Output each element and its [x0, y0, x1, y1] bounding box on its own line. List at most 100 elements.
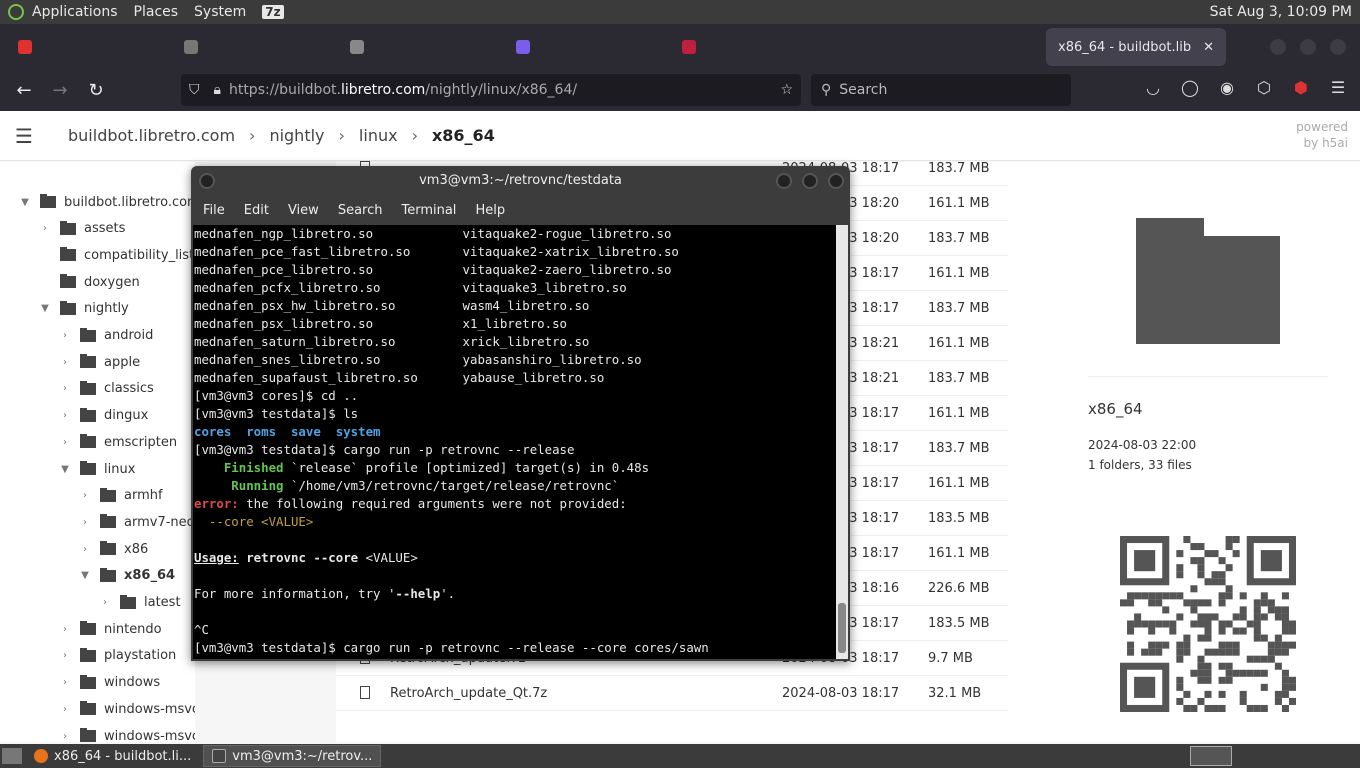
- tree-item-doxygen[interactable]: doxygen: [38, 271, 140, 293]
- distro-logo-icon[interactable]: [8, 4, 24, 20]
- tree-item-assets[interactable]: › assets: [38, 218, 125, 240]
- chevron-right-icon[interactable]: ›: [38, 223, 52, 234]
- crumb-nightly[interactable]: nightly: [269, 126, 324, 145]
- chevron-right-icon[interactable]: ›: [58, 437, 72, 448]
- crumb-root[interactable]: buildbot.libretro.com: [68, 126, 235, 145]
- terminal-menu-file[interactable]: File: [203, 203, 225, 218]
- sidebar-toggle-icon[interactable]: ☰: [0, 124, 48, 148]
- ublock-icon[interactable]: ⬢: [1289, 78, 1313, 102]
- chevron-right-icon[interactable]: ›: [58, 731, 72, 742]
- back-icon[interactable]: ←: [6, 80, 42, 101]
- sync-icon[interactable]: ◯: [1178, 78, 1202, 102]
- window-menu-icon[interactable]: [199, 173, 215, 189]
- tree-item-latest[interactable]: › latest: [98, 592, 181, 614]
- show-desktop-icon[interactable]: [2, 748, 22, 764]
- file-row[interactable]: RetroArch_update_Qt.7z 2024-08-03 18:17 32…: [336, 676, 1008, 711]
- tree-item-armv7-neon[interactable]: › armv7-neon: [78, 511, 195, 533]
- chevron-right-icon[interactable]: ›: [58, 357, 72, 368]
- chevron-right-icon[interactable]: ›: [58, 330, 72, 341]
- extensions-icon[interactable]: ⬡: [1252, 78, 1276, 102]
- tree-item-android[interactable]: › android: [58, 325, 153, 347]
- shield-icon[interactable]: ⛉: [189, 82, 200, 98]
- tree-item-buildbot.libretro.com[interactable]: ▼ buildbot.libretro.com: [18, 191, 195, 213]
- terminal-scrollbar[interactable]: [836, 225, 848, 659]
- terminal-menu-help[interactable]: Help: [475, 203, 505, 218]
- account-icon[interactable]: ◉: [1215, 78, 1239, 102]
- chevron-right-icon[interactable]: ›: [58, 704, 72, 715]
- forward-icon[interactable]: →: [42, 80, 78, 101]
- tree-item-windows-msvc2003[interactable]: › windows-msvc2003: [58, 698, 195, 720]
- task-terminal[interactable]: vm3@vm3:~/retrov...: [203, 745, 382, 767]
- search-input[interactable]: ⚲ Search: [811, 74, 1071, 106]
- terminal-menu-terminal[interactable]: Terminal: [401, 203, 456, 218]
- terminal-window[interactable]: vm3@vm3:~/retrovnc/testdata File Edit View…: [191, 166, 850, 661]
- close-icon[interactable]: ✕: [1203, 40, 1214, 55]
- url-bar[interactable]: ⛉ 🔒︎ https://buildbot.libretro.com/night…: [181, 74, 801, 106]
- chevron-right-icon[interactable]: ›: [58, 677, 72, 688]
- chevron-right-icon[interactable]: ›: [58, 410, 72, 421]
- terminal-line: mednafen_ngp_libretro.so vitaquake2-rogu…: [194, 226, 672, 241]
- tab-active[interactable]: x86_64 - buildbot.lib ✕: [1046, 28, 1226, 66]
- tree-item-emscripten[interactable]: › emscripten: [58, 431, 177, 453]
- lock-icon[interactable]: 🔒︎: [214, 82, 221, 98]
- archive-app-icon[interactable]: 7z: [262, 5, 284, 19]
- chevron-down-icon[interactable]: ▼: [38, 303, 52, 314]
- close-button[interactable]: [828, 173, 844, 189]
- chevron-right-icon[interactable]: ›: [98, 597, 112, 608]
- tab-0[interactable]: [6, 28, 166, 66]
- powered-by[interactable]: powered by h5ai: [1296, 119, 1348, 151]
- tree-item-linux[interactable]: ▼ linux: [58, 458, 135, 480]
- tab-4[interactable]: [670, 28, 830, 66]
- pocket-icon[interactable]: ◡: [1141, 78, 1165, 102]
- chevron-right-icon[interactable]: ›: [78, 517, 92, 528]
- minimize-button[interactable]: [776, 173, 792, 189]
- terminal-output[interactable]: mednafen_ngp_libretro.so vitaquake2-rogu…: [193, 225, 836, 659]
- breadcrumb: buildbot.libretro.com › nightly › linux › x…: [68, 126, 495, 145]
- chevron-right-icon[interactable]: ›: [78, 490, 92, 501]
- applications-menu[interactable]: Applications: [32, 4, 118, 20]
- maximize-button[interactable]: [802, 173, 818, 189]
- chevron-down-icon[interactable]: ▼: [18, 197, 32, 208]
- tree-item-apple[interactable]: › apple: [58, 351, 140, 373]
- file-size: 32.1 MB: [928, 686, 982, 701]
- clock[interactable]: Sat Aug 3, 10:09 PM: [1210, 4, 1352, 20]
- system-menu[interactable]: System: [194, 4, 246, 20]
- chevron-down-icon[interactable]: ▼: [78, 570, 92, 581]
- menu-icon[interactable]: ☰: [1326, 78, 1350, 102]
- workspace-switcher[interactable]: [1190, 746, 1232, 766]
- tree-item-dingux[interactable]: › dingux: [58, 405, 148, 427]
- terminal-titlebar[interactable]: vm3@vm3:~/retrovnc/testdata: [191, 166, 850, 196]
- minimize-button[interactable]: [1270, 39, 1286, 55]
- maximize-button[interactable]: [1300, 39, 1316, 55]
- terminal-menu-view[interactable]: View: [288, 203, 319, 218]
- task-firefox[interactable]: x86_64 - buildbot.li...: [26, 745, 199, 767]
- places-menu[interactable]: Places: [134, 4, 179, 20]
- tree-item-compatibility_lists[interactable]: compatibility_lists: [38, 244, 195, 266]
- tab-2[interactable]: [338, 28, 498, 66]
- terminal-menu-search[interactable]: Search: [338, 203, 383, 218]
- file-name[interactable]: RetroArch_update_Qt.7z: [390, 686, 547, 701]
- tree-item-nintendo[interactable]: › nintendo: [58, 618, 162, 640]
- chevron-down-icon[interactable]: ▼: [58, 464, 72, 475]
- chevron-right-icon[interactable]: ›: [58, 650, 72, 661]
- tree-item-armhf[interactable]: › armhf: [78, 485, 163, 507]
- terminal-menu-edit[interactable]: Edit: [244, 203, 269, 218]
- url-text[interactable]: https://buildbot.libretro.com/nightly/li…: [229, 82, 577, 98]
- close-button[interactable]: [1330, 39, 1346, 55]
- bookmark-star-icon[interactable]: ☆: [780, 82, 793, 98]
- crumb-current[interactable]: x86_64: [432, 126, 495, 145]
- tree-item-x86[interactable]: › x86: [78, 538, 148, 560]
- crumb-linux[interactable]: linux: [359, 126, 398, 145]
- chevron-right-icon[interactable]: ›: [78, 544, 92, 555]
- tree-item-windows[interactable]: › windows: [58, 672, 160, 694]
- tree-item-windows-msvc2005[interactable]: › windows-msvc2005: [58, 725, 195, 742]
- tree-item-x86_64[interactable]: ▼ x86_64: [78, 565, 175, 587]
- tree-item-classics[interactable]: › classics: [58, 378, 154, 400]
- tree-item-nightly[interactable]: ▼ nightly: [38, 298, 129, 320]
- tree-item-playstation[interactable]: › playstation: [58, 645, 176, 667]
- reload-icon[interactable]: ↻: [78, 80, 114, 101]
- tab-1[interactable]: [172, 28, 332, 66]
- chevron-right-icon[interactable]: ›: [58, 383, 72, 394]
- chevron-right-icon[interactable]: ›: [58, 624, 72, 635]
- tab-3[interactable]: [504, 28, 664, 66]
